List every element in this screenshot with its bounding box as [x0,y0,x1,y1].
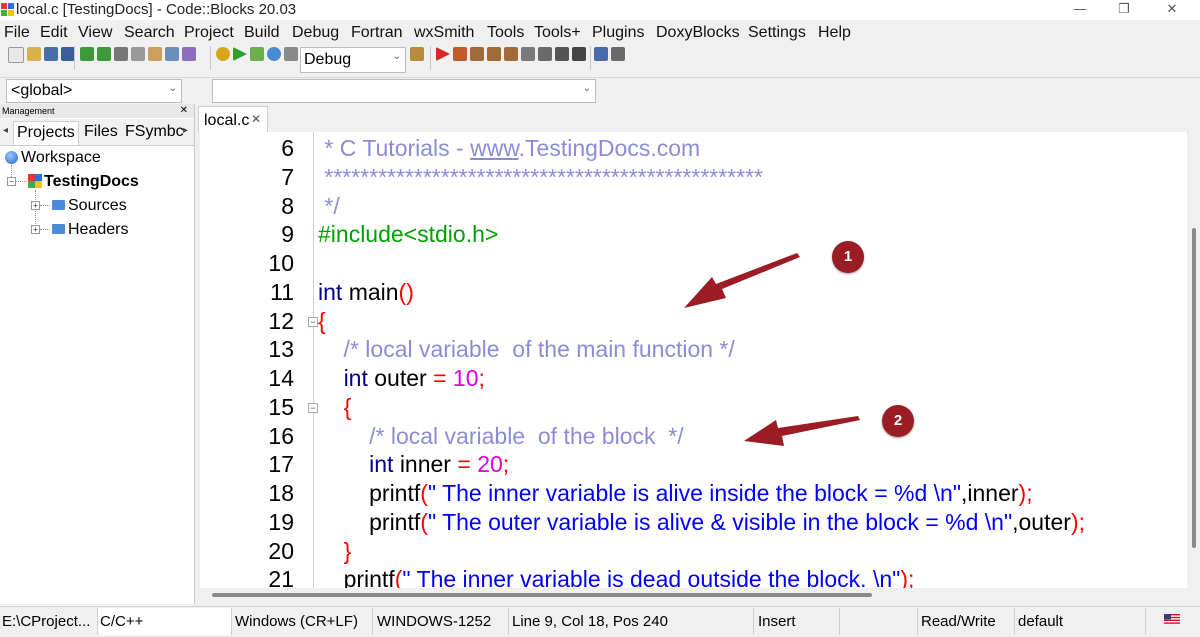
annotation-badge-2: 2 [882,405,914,437]
status-profile: default [1016,608,1146,635]
annotation-arrows [684,253,860,446]
annotation-arrow-1 [684,253,800,308]
status-modified [840,608,918,635]
status-bar: E:\CProject... C/C++ Windows (CR+LF) WIN… [0,606,1200,637]
status-encoding: WINDOWS-1252 [375,608,509,635]
status-language: C/C++ [98,608,232,635]
us-flag-icon [1164,614,1180,624]
status-mode: Insert [756,608,840,635]
status-eol: Windows (CR+LF) [233,608,373,635]
status-access: Read/Write [919,608,1015,635]
annotation-arrow-2 [744,416,860,446]
status-path: E:\CProject... [0,608,98,635]
annotation-badge-1: 1 [832,241,864,273]
status-position: Line 9, Col 18, Pos 240 [510,608,754,635]
